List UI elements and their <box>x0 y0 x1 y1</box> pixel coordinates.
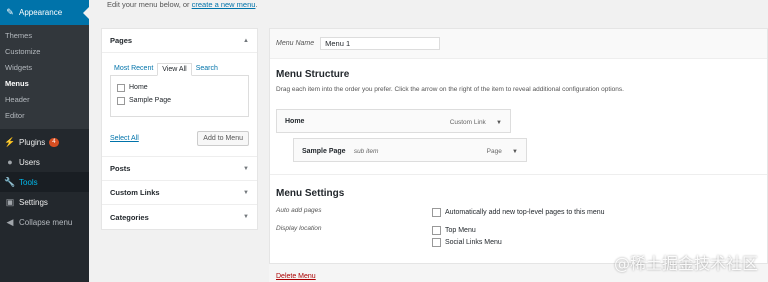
list-item: Top Menu <box>432 224 502 236</box>
social-links-menu-checkbox[interactable] <box>432 237 441 247</box>
settings-icon: ▣ <box>5 196 15 207</box>
auto-add-checkbox[interactable] <box>432 207 441 217</box>
menu-settings-title: Menu Settings <box>276 188 345 199</box>
expand-arrow-icon[interactable]: ▼ <box>243 214 249 220</box>
checkbox-label: Home <box>129 84 148 91</box>
section-title: Posts <box>110 164 131 173</box>
watermark-text: @稀土掘金技术社区 <box>613 254 758 273</box>
tab-search[interactable]: Search <box>192 63 222 76</box>
menu-item-title: Sample Page <box>302 147 346 155</box>
menu-name-label: Menu Name <box>276 40 315 47</box>
display-location-label: Display location <box>276 225 322 232</box>
sidebar-subitem-menus[interactable]: Menus <box>0 76 89 92</box>
sidebar-item-settings[interactable]: ▣ Settings <box>0 192 89 212</box>
display-location-options: Top Menu Social Links Menu <box>432 224 502 248</box>
section-title: Categories <box>110 212 149 222</box>
pages-checklist: Home Sample Page <box>110 75 249 117</box>
user-icon: ● <box>7 157 13 167</box>
menu-editor-panel: Menu Name Menu 1 Menu Structure Drag eac… <box>269 28 768 264</box>
sidebar-item-tools[interactable]: 🔧 Tools <box>0 172 89 192</box>
checkbox-label: Top Menu <box>445 226 476 234</box>
appearance-submenu: Themes Customize Widgets Menus Header Ed… <box>0 25 89 129</box>
plug-icon: ⚡ <box>4 136 16 147</box>
divider <box>270 174 767 175</box>
list-item: Automatically add new top-level pages to… <box>432 206 605 218</box>
delete-menu-link[interactable]: Delete Menu <box>276 273 316 280</box>
sidebar-subitem-editor[interactable]: Editor <box>0 108 89 124</box>
section-title: Pages <box>110 36 133 45</box>
paintbrush-icon: ✎ <box>6 7 14 17</box>
section-title: Custom Links <box>110 188 160 197</box>
sidebar-item-label: Collapse menu <box>19 217 73 227</box>
sidebar-subitem-header[interactable]: Header <box>0 92 89 108</box>
expand-arrow-icon[interactable]: ▼ <box>243 166 249 172</box>
instruction-label: Edit your menu below, or <box>107 0 190 9</box>
current-indicator <box>83 7 89 19</box>
select-all-link[interactable]: Select All <box>110 135 139 142</box>
sidebar-subitem-themes[interactable]: Themes <box>0 28 89 44</box>
top-menu-checkbox[interactable] <box>432 225 441 235</box>
collapse-arrow-icon[interactable]: ▲ <box>243 38 249 44</box>
tab-most-recent[interactable]: Most Recent <box>110 63 157 76</box>
list-item: Home <box>117 81 242 94</box>
expand-arrow-icon[interactable]: ▼ <box>512 149 518 155</box>
expand-arrow-icon[interactable]: ▼ <box>243 190 249 196</box>
menu-item-sample-page[interactable]: Sample Page sub item Page ▼ <box>293 138 527 162</box>
menu-item-sub-label: sub item <box>353 147 379 155</box>
checkbox-label: Automatically add new top-level pages to… <box>445 208 605 216</box>
menu-item-type: Page <box>486 147 502 155</box>
menu-item-title: Home <box>285 117 305 125</box>
menu-name-bar: Menu Name Menu 1 <box>270 29 767 59</box>
sidebar-item-label: Appearance <box>19 8 63 17</box>
auto-add-option: Automatically add new top-level pages to… <box>432 206 605 218</box>
sidebar-item-label: Plugins <box>19 137 46 147</box>
wrench-icon: 🔧 <box>4 176 16 187</box>
add-menu-items-panel: Pages ▲ Most Recent View All Search Home… <box>101 28 258 230</box>
sidebar-item-label: Settings <box>19 197 48 207</box>
sidebar-collapse[interactable]: ◀ Collapse menu <box>0 212 89 232</box>
expand-arrow-icon[interactable]: ▼ <box>496 120 502 126</box>
sidebar-subitem-widgets[interactable]: Widgets <box>0 60 89 76</box>
menu-structure-description: Drag each item into the order you prefer… <box>276 86 624 93</box>
categories-section-header[interactable]: Categories ▼ <box>102 205 257 229</box>
menu-item-type: Custom Link <box>449 118 486 126</box>
checkbox-label: Sample Page <box>129 97 172 104</box>
menu-structure-title: Menu Structure <box>276 69 350 80</box>
sidebar-item-plugins[interactable]: ⚡ Plugins 4 <box>0 132 89 152</box>
create-menu-link[interactable]: create a new menu <box>192 0 256 9</box>
sidebar-item-users[interactable]: ● Users <box>0 152 89 172</box>
auto-add-label: Auto add pages <box>276 207 322 214</box>
collapse-icon: ◀ <box>6 216 14 227</box>
update-count-badge: 4 <box>49 137 59 147</box>
sidebar-item-label: Users <box>19 157 40 167</box>
checkbox-label: Social Links Menu <box>445 238 502 246</box>
pages-section-header[interactable]: Pages ▲ <box>102 29 257 53</box>
pages-actions: Select All Add to Menu <box>110 131 249 146</box>
tab-view-all[interactable]: View All <box>157 63 192 76</box>
pages-section-body: Most Recent View All Search Home Sample … <box>102 53 257 157</box>
sidebar-item-label: Tools <box>19 177 38 187</box>
list-item: Sample Page <box>117 94 242 107</box>
instruction-text: Edit your menu below, or create a new me… <box>107 0 258 9</box>
sidebar-item-appearance[interactable]: ✎ Appearance <box>0 0 89 25</box>
page-checkbox-home[interactable] <box>117 83 125 92</box>
menu-item-home[interactable]: Home Custom Link ▼ <box>276 109 511 133</box>
admin-sidebar: ✎ Appearance Themes Customize Widgets Me… <box>0 0 89 282</box>
page-checkbox-sample-page[interactable] <box>117 96 125 105</box>
list-item: Social Links Menu <box>432 236 502 248</box>
menu-name-input[interactable]: Menu 1 <box>320 37 441 50</box>
sidebar-subitem-customize[interactable]: Customize <box>0 44 89 60</box>
custom-links-section-header[interactable]: Custom Links ▼ <box>102 181 257 205</box>
add-to-menu-button[interactable]: Add to Menu <box>197 131 249 146</box>
posts-section-header[interactable]: Posts ▼ <box>102 157 257 181</box>
